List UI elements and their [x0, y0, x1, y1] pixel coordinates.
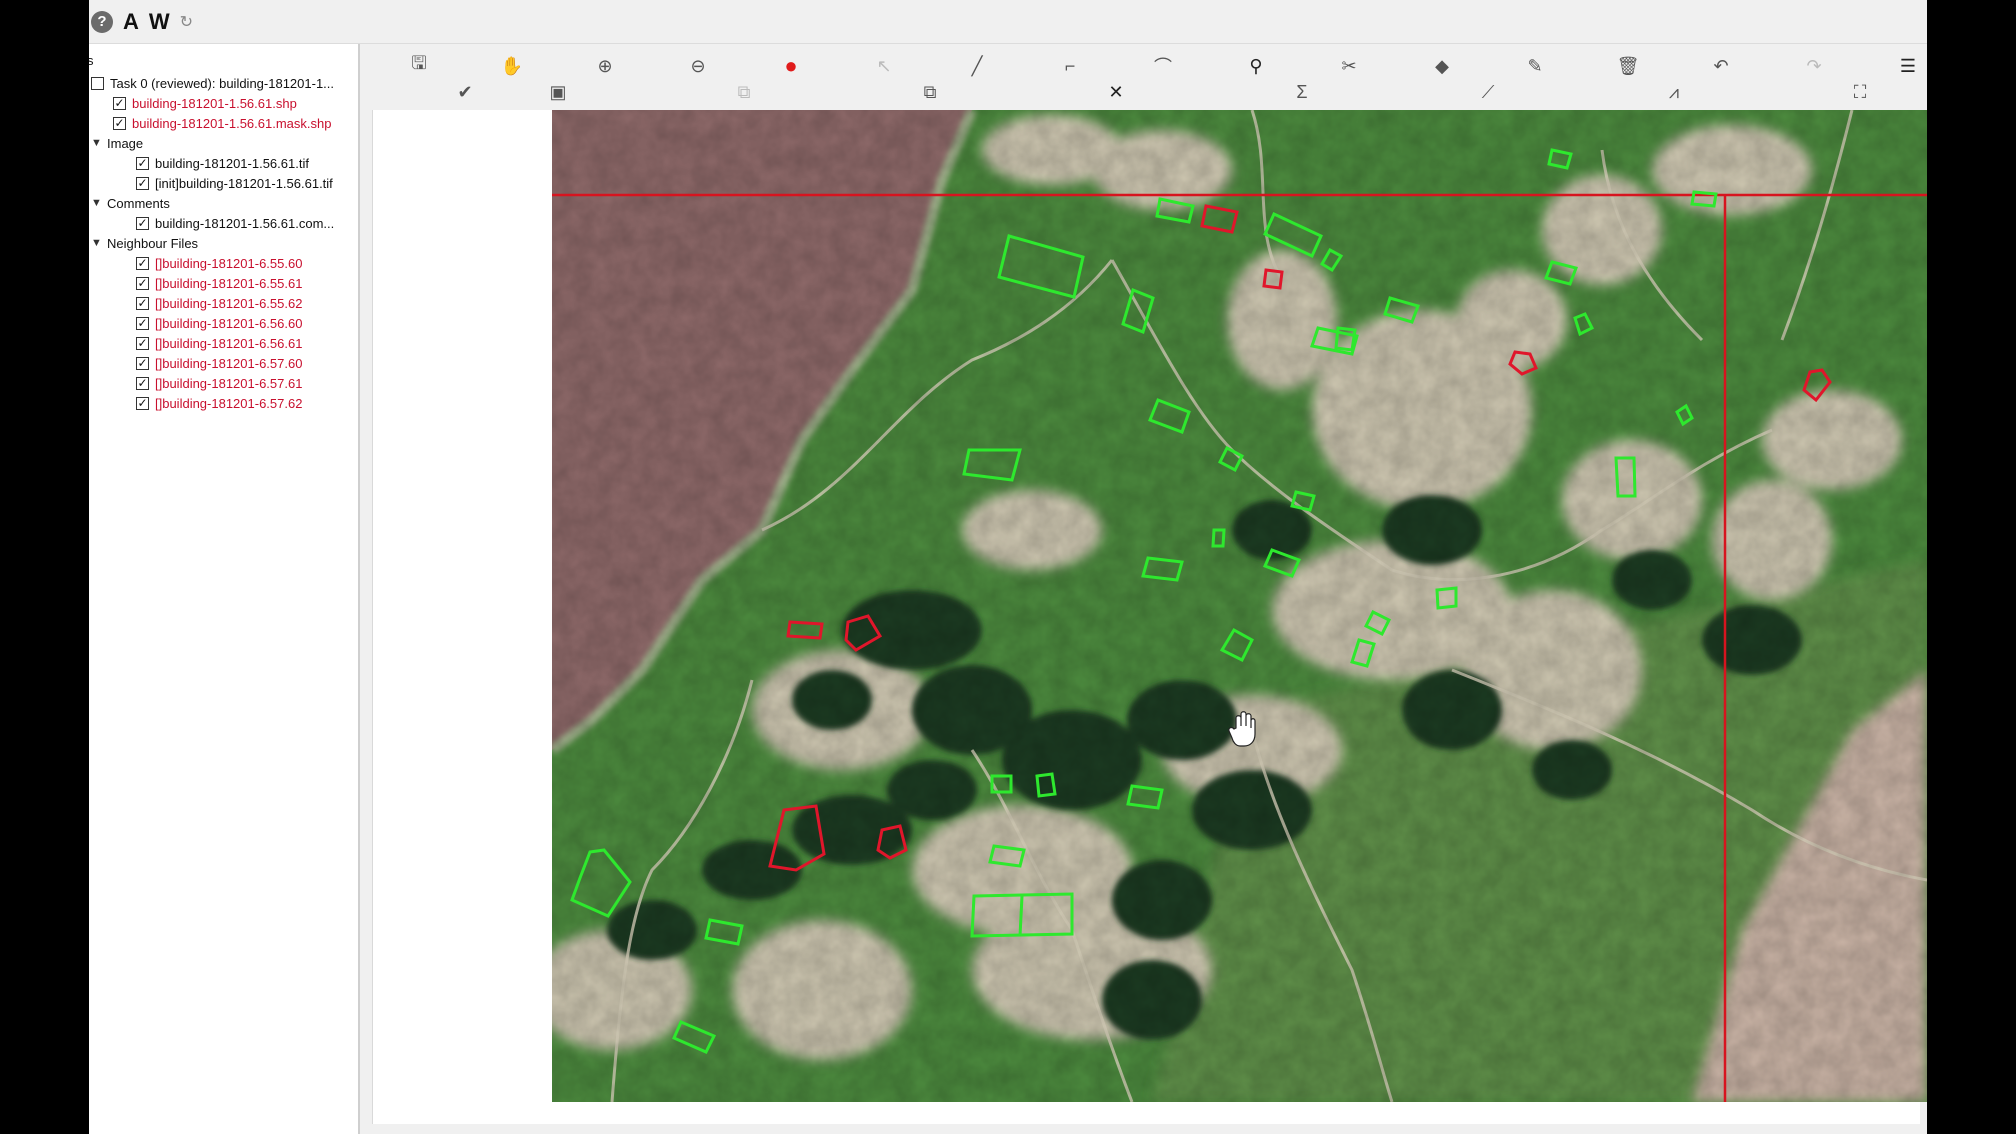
pan-hand-icon[interactable]: ✋	[498, 53, 526, 79]
group-neighbour-label: Neighbour Files	[107, 235, 199, 251]
neighbour-checkbox[interactable]: ✓	[136, 276, 149, 290]
task-row[interactable]: Task 0 (reviewed): building-181201-1...	[91, 73, 334, 93]
draw-curve-icon[interactable]: ⌒	[1149, 53, 1177, 79]
neighbour-item[interactable]: ✓ []building-181201-6.55.62	[136, 293, 302, 313]
undo-icon[interactable]: ↶	[1707, 53, 1735, 79]
copy-disabled-icon[interactable]: ⧉	[730, 79, 758, 105]
redo-icon[interactable]: ↷	[1800, 53, 1828, 79]
neighbour-item[interactable]: ✓ []building-181201-6.57.60	[136, 353, 302, 373]
draw-corner-icon[interactable]: ⌐	[1056, 53, 1084, 79]
chart-zigzag-icon[interactable]: ⩘	[1660, 79, 1688, 105]
task-file-mask-label: building-181201-1.56.61.mask.shp	[132, 115, 332, 131]
split-icon[interactable]: ✂	[1335, 53, 1363, 79]
neighbour-checkbox[interactable]: ✓	[136, 356, 149, 370]
fill-icon[interactable]: ◆	[1428, 53, 1456, 79]
neighbour-checkbox[interactable]: ✓	[136, 296, 149, 310]
neighbour-checkbox[interactable]: ✓	[136, 336, 149, 350]
sigma-icon[interactable]: Σ	[1288, 79, 1316, 105]
expand-caret-icon[interactable]: ▼	[91, 197, 102, 209]
letter-w-button[interactable]: W	[149, 8, 170, 36]
image-item-init-checkbox[interactable]: ✓	[136, 176, 149, 190]
select-pointer-icon[interactable]: ↖	[870, 53, 898, 79]
neighbour-label: []building-181201-6.55.62	[155, 295, 303, 311]
comments-item-checkbox[interactable]: ✓	[136, 216, 149, 230]
neighbour-item[interactable]: ✓ []building-181201-6.56.61	[136, 333, 302, 353]
image-item-tif[interactable]: ✓ building-181201-1.56.61.tif	[136, 153, 309, 173]
neighbour-item[interactable]: ✓ []building-181201-6.55.61	[136, 273, 302, 293]
neighbour-item[interactable]: ✓ []building-181201-6.55.60	[136, 253, 302, 273]
neighbour-label: []building-181201-6.55.60	[155, 255, 303, 271]
image-item-tif-label: building-181201-1.56.61.tif	[155, 155, 309, 171]
top-bar: ? A W ↻	[89, 0, 1927, 44]
panel-header-fragment: s	[89, 50, 94, 70]
neighbour-checkbox[interactable]: ✓	[136, 316, 149, 330]
building-divider	[1018, 895, 1024, 937]
comments-item-label: building-181201-1.56.61.com...	[155, 215, 335, 231]
neighbour-label: []building-181201-6.57.62	[155, 395, 303, 411]
neighbour-item[interactable]: ✓ []building-181201-6.57.62	[136, 393, 302, 413]
neighbour-checkbox[interactable]: ✓	[136, 256, 149, 270]
menu-icon[interactable]: ☰	[1894, 53, 1922, 79]
satellite-map[interactable]	[552, 110, 1927, 1102]
texture-overlay	[552, 110, 1927, 1102]
screenshot-icon[interactable]: ▣	[544, 79, 572, 105]
layers-icon[interactable]: ⧉	[916, 79, 944, 105]
image-item-tif-checkbox[interactable]: ✓	[136, 156, 149, 170]
task-label: Task 0 (reviewed): building-181201-1...	[110, 75, 335, 91]
tool-bar: 🖫 ✋ ⊕ ⊖ ● ↖ ╱ ⌐ ⌒ ⚲ ✂ ◆ ✎ 🗑 ↶ ↷ ☰ ✔ ▣ ⧉ …	[360, 44, 1927, 110]
group-comments-label: Comments	[107, 195, 170, 211]
expand-caret-icon[interactable]: ▼	[91, 137, 102, 149]
cross-icon[interactable]: ✕	[1102, 79, 1130, 105]
task-file-shp-label: building-181201-1.56.61.shp	[132, 95, 297, 111]
save-icon[interactable]: 🖫	[405, 53, 433, 79]
location-pin-icon[interactable]: ⚲	[1242, 53, 1270, 79]
refresh-icon[interactable]: ↻	[180, 8, 193, 36]
group-image-label: Image	[107, 135, 144, 151]
fit-frame-icon[interactable]: ⛶	[1846, 79, 1874, 105]
zoom-in-icon[interactable]: ⊕	[591, 53, 619, 79]
task-file-shp-checkbox[interactable]: ✓	[113, 96, 126, 110]
comments-item[interactable]: ✓ building-181201-1.56.61.com...	[136, 213, 334, 233]
neighbour-label: []building-181201-6.57.61	[155, 375, 303, 391]
edit-icon[interactable]: ✎	[1521, 53, 1549, 79]
neighbour-checkbox[interactable]: ✓	[136, 376, 149, 390]
group-neighbour-files[interactable]: ▼ Neighbour Files	[91, 233, 198, 253]
task-file-shp-row[interactable]: ✓ building-181201-1.56.61.shp	[113, 93, 297, 113]
image-item-init-tif[interactable]: ✓ [init]building-181201-1.56.61.tif	[136, 173, 333, 193]
record-icon[interactable]: ●	[777, 53, 805, 79]
check-circle-icon[interactable]: ✔	[451, 79, 479, 105]
neighbour-checkbox[interactable]: ✓	[136, 396, 149, 410]
task-file-mask-checkbox[interactable]: ✓	[113, 116, 126, 130]
letter-a-button[interactable]: A	[123, 8, 139, 36]
task-checkbox[interactable]	[91, 76, 104, 90]
group-comments[interactable]: ▼ Comments	[91, 193, 170, 213]
info-circle-icon[interactable]: ?	[91, 10, 113, 33]
neighbour-label: []building-181201-6.56.61	[155, 335, 303, 351]
zoom-out-icon[interactable]: ⊖	[684, 53, 712, 79]
draw-line-icon[interactable]: ╱	[963, 53, 991, 79]
image-item-init-label: [init]building-181201-1.56.61.tif	[155, 175, 333, 191]
task-file-mask-row[interactable]: ✓ building-181201-1.56.61.mask.shp	[113, 113, 331, 133]
neighbour-item[interactable]: ✓ []building-181201-6.56.60	[136, 313, 302, 333]
expand-caret-icon[interactable]: ▼	[91, 237, 102, 249]
chart-line-icon[interactable]: ⟋	[1474, 79, 1502, 105]
delete-icon[interactable]: 🗑	[1614, 53, 1642, 79]
neighbour-label: []building-181201-6.56.60	[155, 315, 303, 331]
app-window: ? A W ↻ s Task 0 (reviewed): building-18…	[89, 0, 1927, 1134]
canvas-area[interactable]	[372, 110, 1927, 1134]
layer-tree-panel: s Task 0 (reviewed): building-181201-1..…	[89, 44, 360, 1134]
neighbour-label: []building-181201-6.55.61	[155, 275, 303, 291]
neighbour-label: []building-181201-6.57.60	[155, 355, 303, 371]
group-image[interactable]: ▼ Image	[91, 133, 143, 153]
neighbour-item[interactable]: ✓ []building-181201-6.57.61	[136, 373, 302, 393]
